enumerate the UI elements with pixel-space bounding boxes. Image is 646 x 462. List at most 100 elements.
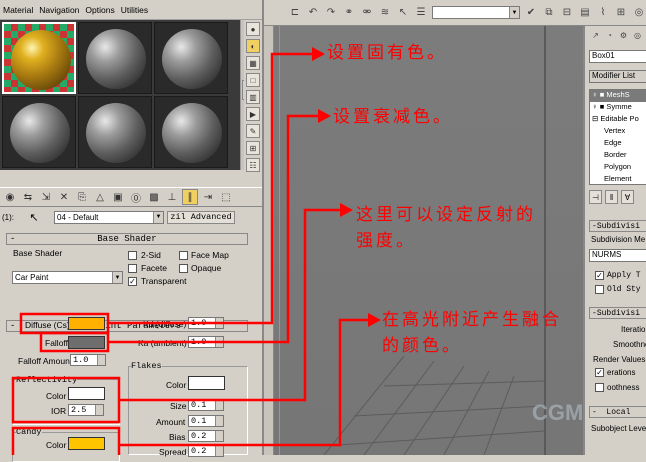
put-library-icon[interactable]: ▣ <box>110 189 126 205</box>
sample-slot-1[interactable] <box>2 22 76 94</box>
sample-type-icon[interactable]: ● <box>246 22 260 36</box>
material-effects-icon[interactable]: ⓪ <box>128 189 144 205</box>
flakes-color-swatch[interactable] <box>188 376 225 390</box>
schematic-view-icon[interactable]: ⊞ <box>614 6 628 20</box>
named-selection-icon[interactable]: ✔ <box>524 6 538 20</box>
stack-item-edge[interactable]: Edge <box>590 138 646 150</box>
undo-icon[interactable]: ↶ <box>306 6 320 20</box>
mirror-icon[interactable]: ⧉ <box>542 6 556 20</box>
transparent-checkbox[interactable]: ✓ <box>128 277 137 286</box>
material-name-dropdown[interactable]: 04 - Default ▼ <box>54 210 164 224</box>
show-end-result-icon[interactable]: ⊥ <box>164 189 180 205</box>
falloff-color-swatch[interactable] <box>68 336 105 349</box>
material-navigator-icon[interactable]: ☷ <box>246 158 260 172</box>
put-to-scene-icon[interactable]: ⇆ <box>20 189 36 205</box>
diffuse-color-swatch[interactable] <box>68 317 105 330</box>
render-iterations-checkbox[interactable]: ✓ <box>595 368 604 377</box>
align-tool-icon[interactable]: ⊟ <box>560 6 574 20</box>
subdivision-amount-rollout-header[interactable]: - Subdivisi <box>589 307 646 319</box>
background-icon[interactable]: ▦ <box>246 56 260 70</box>
menu-material[interactable]: Material <box>3 5 33 15</box>
stack-item-symmetry[interactable]: ♀ ■ Symme <box>590 102 646 114</box>
create-tab-icon[interactable]: ↗ <box>589 28 602 42</box>
make-preview-icon[interactable]: ▶ <box>246 107 260 121</box>
go-to-parent-icon[interactable]: ∥ <box>182 189 198 205</box>
go-forward-sibling-icon[interactable]: ⇥ <box>200 189 216 205</box>
sample-slot-5[interactable] <box>78 96 152 168</box>
object-name-field[interactable]: Box01 <box>589 50 646 63</box>
pin-stack-icon[interactable]: ⊣ <box>589 190 602 204</box>
stack-item-element[interactable]: Element <box>590 174 646 186</box>
sample-slot-4[interactable] <box>2 96 76 168</box>
sample-slot-6[interactable] <box>154 96 228 168</box>
subdivision-rollout-header[interactable]: - Subdivisi <box>589 220 646 232</box>
pick-material-icon[interactable]: ⬚ <box>218 189 234 205</box>
motion-tab-icon[interactable]: ◎ <box>631 28 644 42</box>
modifier-list-dropdown[interactable]: Modifier List <box>589 70 646 83</box>
sample-slot-3[interactable] <box>154 22 228 94</box>
faceted-checkbox[interactable] <box>128 264 137 273</box>
curve-editor-icon[interactable]: ⌇ <box>596 6 610 20</box>
menu-navigation[interactable]: Navigation <box>39 5 79 15</box>
get-material-icon[interactable]: ◉ <box>2 189 18 205</box>
assign-material-icon[interactable]: ⇲ <box>38 189 54 205</box>
spread-spinner[interactable]: 0.2 <box>188 445 224 457</box>
options-icon[interactable]: ✎ <box>246 124 260 138</box>
modify-tab-icon[interactable]: ◔ <box>603 28 616 42</box>
flakes-size-spinner[interactable]: 0.1 <box>188 399 224 411</box>
layer-manager-icon[interactable]: ▤ <box>578 6 592 20</box>
material-type-button[interactable]: zil Advanced <box>167 210 235 224</box>
show-map-icon[interactable]: ▩ <box>146 189 162 205</box>
bias-spinner[interactable]: 0.2 <box>188 430 224 442</box>
modifier-stack[interactable]: ♀ ■ MeshS ♀ ■ Symme ⊟ Editable Po Vertex… <box>589 89 646 185</box>
candy-color-swatch[interactable] <box>68 437 105 450</box>
perspective-viewport[interactable] <box>264 26 583 455</box>
stack-item-border[interactable]: Border <box>590 150 646 162</box>
hierarchy-tab-icon[interactable]: ⚙ <box>617 28 630 42</box>
material-name-value: 04 - Default <box>57 212 99 222</box>
reset-icon[interactable]: ✕ <box>56 189 72 205</box>
uv-tiling-icon[interactable]: □ <box>246 73 260 87</box>
show-end-result-icon[interactable]: ‖ <box>605 190 618 204</box>
stack-item-editable-poly[interactable]: ⊟ Editable Po <box>590 114 646 126</box>
sample-slot-2[interactable] <box>78 22 152 94</box>
render-smoothness-checkbox[interactable] <box>595 383 604 392</box>
falloff-label: Falloff <box>45 338 68 348</box>
selection-set-dropdown[interactable]: ▼ <box>432 6 520 19</box>
ka-ambient-spinner[interactable]: 1.0 <box>188 336 224 348</box>
falloff-amount-spinner[interactable]: 1.0 <box>70 354 106 366</box>
make-unique-icon[interactable]: △ <box>92 189 108 205</box>
opaque-checkbox[interactable] <box>179 264 188 273</box>
reflect-color-swatch[interactable] <box>68 387 105 400</box>
select-by-material-icon[interactable]: ⊞ <box>246 141 260 155</box>
old-style-checkbox[interactable] <box>595 285 604 294</box>
apply-to-whole-checkbox[interactable]: ✓ <box>595 271 604 280</box>
unlink-icon[interactable]: ⚮ <box>360 6 374 20</box>
shader-type-dropdown[interactable]: Car Paint ▼ <box>12 271 123 284</box>
backlight-icon[interactable]: ◐ <box>246 39 260 53</box>
bind-space-warp-icon[interactable]: ≋ <box>378 6 392 20</box>
kd-diffuse-spinner[interactable]: 1.0 <box>188 317 224 329</box>
pick-from-object-icon[interactable]: ↖ <box>17 211 51 224</box>
stack-item-meshsmooth[interactable]: ♀ ■ MeshS <box>590 90 646 102</box>
stack-item-vertex[interactable]: Vertex <box>590 126 646 138</box>
subdivision-method-dropdown[interactable]: NURMS <box>589 249 646 262</box>
make-unique-icon[interactable]: ∀ <box>621 190 634 204</box>
menu-utilities[interactable]: Utilities <box>121 5 148 15</box>
ior-spinner[interactable]: 2.5 <box>68 404 104 416</box>
select-by-name-icon[interactable]: ☰ <box>414 6 428 20</box>
menu-options[interactable]: Options <box>85 5 114 15</box>
select-object-icon[interactable]: ↖ <box>396 6 410 20</box>
base-shader-rollout-header[interactable]: - Base Shader <box>6 233 248 245</box>
two-sided-checkbox[interactable] <box>128 251 137 260</box>
amount-spinner[interactable]: 0.1 <box>188 415 224 427</box>
face-map-checkbox[interactable] <box>179 251 188 260</box>
video-color-icon[interactable]: ▥ <box>246 90 260 104</box>
redo-icon[interactable]: ↷ <box>324 6 338 20</box>
copy-material-icon[interactable]: ⎘ <box>74 189 90 205</box>
material-editor-icon[interactable]: ◎ <box>632 6 646 20</box>
select-link-icon[interactable]: ⚭ <box>342 6 356 20</box>
stack-item-polygon[interactable]: Polygon <box>590 162 646 174</box>
bias-label: Bias <box>169 432 186 442</box>
align-icon[interactable]: ⊏ <box>288 6 302 20</box>
